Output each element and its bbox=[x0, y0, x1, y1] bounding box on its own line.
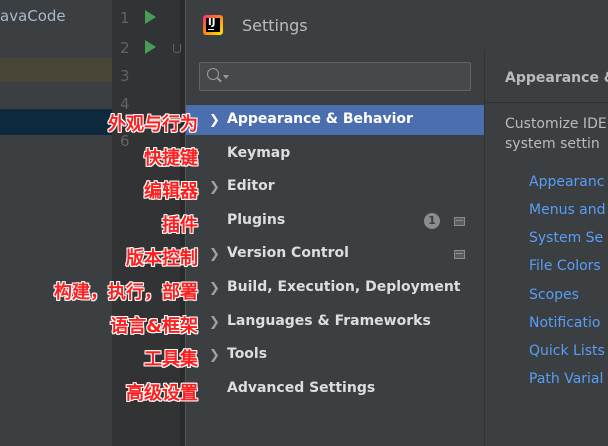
divider bbox=[485, 102, 608, 103]
tree-item-plugins[interactable]: Plugins 1 bbox=[186, 206, 484, 236]
chevron-right-icon[interactable]: ❯ bbox=[209, 281, 220, 296]
link-notifications[interactable]: Notificatio bbox=[529, 315, 600, 331]
annotation-keymap: 快捷键 bbox=[144, 148, 198, 169]
tree-item-build-execution-deployment[interactable]: ❯ Build, Execution, Deployment bbox=[186, 273, 484, 303]
tree-item-label: Build, Execution, Deployment bbox=[227, 279, 461, 295]
annotation-advanced-settings: 高级设置 bbox=[126, 383, 198, 404]
link-file-colors[interactable]: File Colors bbox=[529, 258, 601, 274]
link-appearance[interactable]: Appearanc bbox=[529, 174, 604, 190]
tree-item-keymap[interactable]: Keymap bbox=[186, 139, 484, 169]
project-selected-row[interactable] bbox=[0, 109, 112, 135]
section-description: Customize IDE system settin bbox=[505, 114, 607, 154]
chevron-right-icon[interactable]: ❯ bbox=[209, 348, 220, 363]
settings-search-input[interactable] bbox=[199, 62, 471, 91]
tree-item-languages-frameworks[interactable]: ❯ Languages & Frameworks bbox=[186, 307, 484, 337]
section-title: Appearance & bbox=[505, 70, 608, 86]
fold-icon[interactable] bbox=[173, 44, 181, 53]
link-path-variables[interactable]: Path Varial bbox=[529, 371, 603, 387]
chevron-right-icon[interactable]: ❯ bbox=[209, 113, 220, 128]
update-count-badge: 1 bbox=[424, 213, 440, 229]
tree-item-appearance-behavior[interactable]: ❯ Appearance & Behavior bbox=[186, 105, 484, 135]
tree-item-label: Keymap bbox=[227, 145, 291, 161]
project-level-icon bbox=[454, 250, 465, 259]
link-system-settings[interactable]: System Se bbox=[529, 230, 603, 246]
tree-item-editor[interactable]: ❯ Editor bbox=[186, 172, 484, 202]
annotation-tools: 工具集 bbox=[144, 349, 198, 370]
run-icon[interactable] bbox=[145, 40, 156, 54]
link-scopes[interactable]: Scopes bbox=[529, 287, 579, 303]
tree-item-advanced-settings[interactable]: Advanced Settings bbox=[186, 374, 484, 404]
search-options-chevron-icon[interactable] bbox=[223, 75, 229, 79]
link-quick-lists[interactable]: Quick Lists bbox=[529, 343, 605, 359]
project-panel: avaCode bbox=[0, 0, 112, 446]
line-number: 2 bbox=[120, 39, 130, 57]
link-menus-toolbars[interactable]: Menus and bbox=[529, 202, 606, 218]
project-level-icon bbox=[454, 217, 465, 226]
run-icon[interactable] bbox=[145, 10, 156, 24]
content-header: Appearance & bbox=[485, 50, 608, 102]
description-line: system settin bbox=[505, 136, 600, 152]
chevron-right-icon[interactable]: ❯ bbox=[209, 315, 220, 330]
settings-dialog: IJ Settings ❯ Appearance & Behavior Keym… bbox=[185, 0, 608, 446]
settings-content-pane: Appearance & Customize IDE system settin… bbox=[484, 50, 608, 446]
line-number: 1 bbox=[120, 9, 130, 27]
settings-tree-pane: ❯ Appearance & Behavior Keymap ❯ Editor … bbox=[186, 50, 484, 446]
tree-item-label: Appearance & Behavior bbox=[227, 111, 413, 127]
intellij-logo-icon: IJ bbox=[203, 15, 223, 35]
chevron-right-icon[interactable]: ❯ bbox=[209, 247, 220, 262]
annotation-build-execution-deployment: 构建，执行，部署 bbox=[54, 282, 198, 303]
dialog-title: Settings bbox=[242, 16, 308, 35]
description-line: Customize IDE bbox=[505, 116, 607, 132]
dialog-titlebar: IJ Settings bbox=[186, 0, 608, 50]
tree-item-version-control[interactable]: ❯ Version Control bbox=[186, 239, 484, 269]
annotation-version-control: 版本控制 bbox=[126, 248, 198, 269]
tree-item-label: Version Control bbox=[227, 245, 349, 261]
line-number: 3 bbox=[120, 67, 130, 85]
tree-item-label: Editor bbox=[227, 178, 275, 194]
tree-item-label: Plugins bbox=[227, 212, 286, 228]
search-icon bbox=[207, 68, 219, 80]
project-highlight-row bbox=[0, 58, 112, 82]
tree-item-label: Tools bbox=[227, 346, 268, 362]
tree-item-label: Languages & Frameworks bbox=[227, 313, 431, 329]
tree-item-tools[interactable]: ❯ Tools bbox=[186, 340, 484, 370]
annotation-languages-frameworks: 语言&框架 bbox=[110, 316, 198, 337]
annotation-appearance-behavior: 外观与行为 bbox=[108, 114, 198, 135]
annotation-editor: 编辑器 bbox=[144, 181, 198, 202]
tree-item-label: Advanced Settings bbox=[227, 380, 376, 396]
annotation-plugins: 插件 bbox=[162, 215, 198, 236]
project-name[interactable]: avaCode bbox=[0, 7, 66, 25]
chevron-right-icon[interactable]: ❯ bbox=[209, 180, 220, 195]
